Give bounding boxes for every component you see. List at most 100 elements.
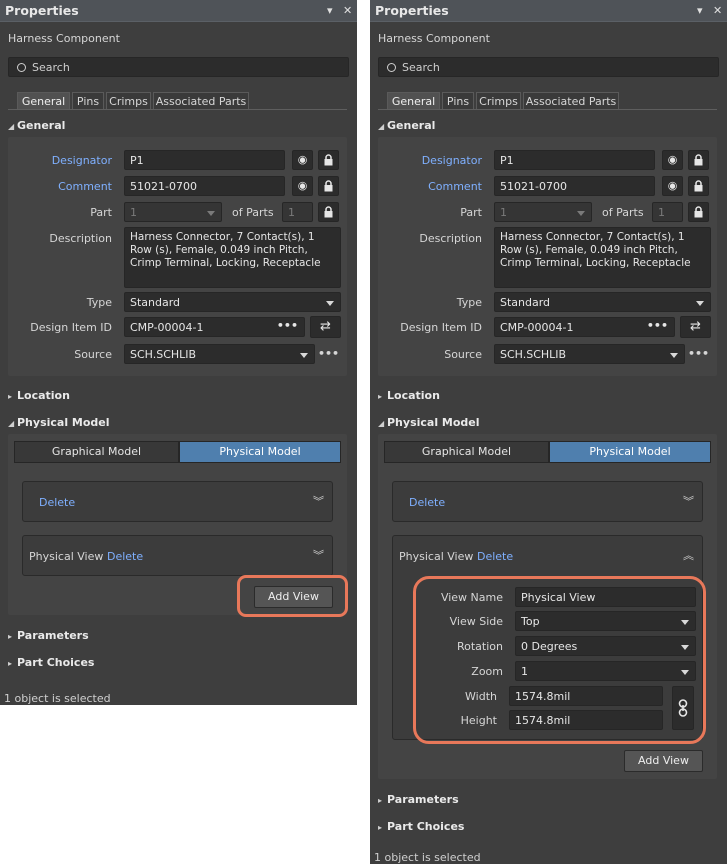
section-physical-model-header[interactable]: ◢ Physical Model — [8, 416, 110, 429]
collapse-chevron-icon[interactable]: ︽ — [683, 547, 694, 563]
tab-associated-parts[interactable]: Associated Parts — [523, 92, 619, 110]
section-parameters-header[interactable]: ▸ Parameters — [8, 629, 89, 642]
design-item-label: Design Item ID — [30, 321, 112, 334]
expand-triangle-icon: ▸ — [378, 823, 383, 832]
part-lock-button[interactable] — [688, 202, 709, 222]
section-part-choices-header[interactable]: ▸ Part Choices — [8, 656, 94, 669]
tab-pins[interactable]: Pins — [72, 92, 104, 110]
graphical-model-toggle[interactable]: Graphical Model — [14, 441, 179, 463]
source-label: Source — [74, 348, 112, 361]
designator-label: Designator — [51, 154, 112, 167]
panel-title: Properties — [375, 3, 449, 18]
physical-model-toggle[interactable]: Physical Model — [179, 441, 341, 463]
lock-icon — [324, 206, 333, 218]
section-parameters-header[interactable]: ▸ Parameters — [378, 793, 459, 806]
physical-view-label: Physical View — [29, 550, 104, 563]
collapse-triangle-icon: ◢ — [8, 419, 15, 428]
tab-divider — [8, 109, 347, 110]
section-general-header[interactable]: ◢ General — [378, 119, 435, 132]
lock-icon — [694, 154, 703, 166]
swap-component-button[interactable]: ⇄ — [680, 316, 711, 338]
swap-component-button[interactable]: ⇄ — [310, 316, 341, 338]
design-item-field[interactable]: CMP-00004-1 ••• — [124, 317, 305, 337]
section-location-header[interactable]: ▸ Location — [378, 389, 440, 402]
physical-view-label: Physical View — [399, 550, 474, 563]
design-item-field[interactable]: CMP-00004-1 ••• — [494, 317, 675, 337]
comment-visibility-button[interactable]: ◉ — [292, 176, 313, 196]
physical-view-card: Physical View Delete ︾ — [22, 535, 333, 576]
delete-view-link[interactable]: Delete — [107, 550, 143, 563]
designator-field[interactable]: P1 — [494, 150, 655, 170]
visibility-toggle-button[interactable]: ◉ — [662, 150, 683, 170]
source-more-icon[interactable]: ••• — [688, 347, 709, 360]
type-value: Standard — [130, 296, 181, 309]
source-more-icon[interactable]: ••• — [318, 347, 339, 360]
close-icon[interactable]: ✕ — [343, 4, 352, 17]
comment-visibility-button[interactable]: ◉ — [662, 176, 683, 196]
more-options-icon[interactable]: ••• — [277, 319, 298, 332]
section-parameters-label: Parameters — [387, 793, 459, 806]
tab-associated-parts[interactable]: Associated Parts — [153, 92, 249, 110]
section-part-choices-header[interactable]: ▸ Part Choices — [378, 820, 464, 833]
source-dropdown[interactable]: SCH.SCHLIB — [494, 344, 685, 364]
description-field[interactable]: Harness Connector, 7 Contact(s), 1 Row (… — [124, 227, 341, 288]
eye-icon: ◉ — [297, 179, 308, 192]
visibility-toggle-button[interactable]: ◉ — [292, 150, 313, 170]
panel-menu-icon[interactable]: ▾ — [327, 4, 333, 17]
comment-field[interactable]: 51021-0700 — [124, 176, 285, 196]
type-label: Type — [456, 296, 482, 309]
more-options-icon[interactable]: ••• — [647, 319, 668, 332]
part-dropdown[interactable]: 1 — [124, 202, 222, 222]
part-dropdown[interactable]: 1 — [494, 202, 592, 222]
graphical-model-toggle[interactable]: Graphical Model — [384, 441, 549, 463]
panel-menu-icon[interactable]: ▾ — [697, 4, 703, 17]
add-view-button[interactable]: Add View — [624, 750, 703, 772]
component-kind: Harness Component — [8, 32, 120, 45]
search-input[interactable]: Search — [378, 57, 719, 77]
search-input[interactable]: Search — [8, 57, 349, 77]
lock-icon — [694, 206, 703, 218]
delete-view-link[interactable]: Delete — [477, 550, 513, 563]
delete-link[interactable]: Delete — [39, 496, 75, 509]
description-field[interactable]: Harness Connector, 7 Contact(s), 1 Row (… — [494, 227, 711, 288]
tab-crimps[interactable]: Crimps — [106, 92, 151, 110]
comment-lock-button[interactable] — [318, 176, 339, 196]
lock-toggle-button[interactable] — [318, 150, 339, 170]
source-dropdown[interactable]: SCH.SCHLIB — [124, 344, 315, 364]
expand-chevron-icon[interactable]: ︾ — [683, 493, 694, 509]
properties-panel-right: Properties ▾ ✕ Harness Component Search … — [370, 0, 727, 864]
section-general-label: General — [387, 119, 436, 132]
close-icon[interactable]: ✕ — [713, 4, 722, 17]
tab-pins[interactable]: Pins — [442, 92, 474, 110]
part-lock-button[interactable] — [318, 202, 339, 222]
designator-field[interactable]: P1 — [124, 150, 285, 170]
part-value: 1 — [130, 206, 137, 219]
lock-toggle-button[interactable] — [688, 150, 709, 170]
comment-lock-button[interactable] — [688, 176, 709, 196]
section-general-header[interactable]: ◢ General — [8, 119, 65, 132]
tab-crimps[interactable]: Crimps — [476, 92, 521, 110]
type-dropdown[interactable]: Standard — [494, 292, 711, 312]
swap-arrows-icon: ⇄ — [320, 319, 331, 334]
source-label: Source — [444, 348, 482, 361]
design-item-value: CMP-00004-1 — [130, 321, 204, 334]
expand-chevron-icon[interactable]: ︾ — [313, 493, 324, 509]
tab-general[interactable]: General — [387, 92, 440, 110]
section-location-label: Location — [387, 389, 440, 402]
expand-chevron-icon[interactable]: ︾ — [313, 547, 324, 563]
comment-field[interactable]: 51021-0700 — [494, 176, 655, 196]
type-dropdown[interactable]: Standard — [124, 292, 341, 312]
delete-link[interactable]: Delete — [409, 496, 445, 509]
section-physical-model-header[interactable]: ◢ Physical Model — [378, 416, 480, 429]
tab-general[interactable]: General — [17, 92, 70, 110]
expand-triangle-icon: ▸ — [378, 392, 383, 401]
swap-arrows-icon: ⇄ — [690, 319, 701, 334]
status-bar-text: 1 object is selected — [374, 851, 481, 864]
section-physical-model-label: Physical Model — [387, 416, 480, 429]
type-value: Standard — [500, 296, 551, 309]
panel-title: Properties — [5, 3, 79, 18]
section-location-header[interactable]: ▸ Location — [8, 389, 70, 402]
view-properties-highlight — [413, 576, 706, 744]
section-physical-model-label: Physical Model — [17, 416, 110, 429]
physical-model-toggle[interactable]: Physical Model — [549, 441, 711, 463]
